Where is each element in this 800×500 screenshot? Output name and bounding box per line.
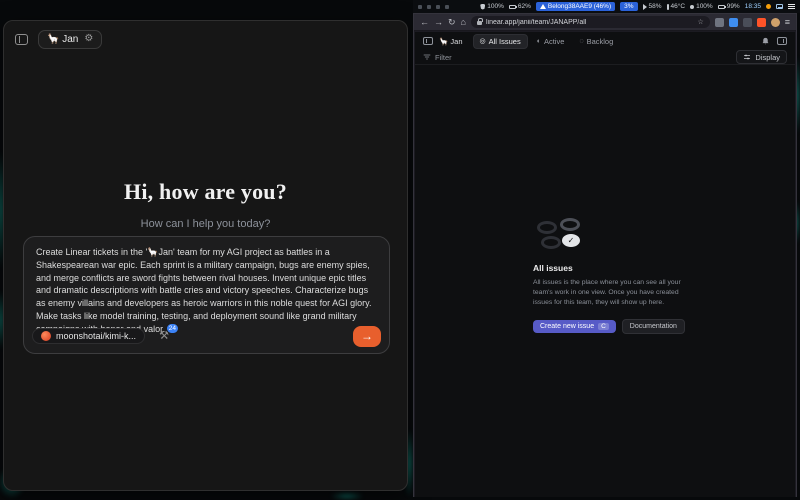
wallpaper-accent [330,492,364,500]
extension-icon[interactable] [743,18,752,27]
lock-icon [477,21,482,25]
temperature-indicator: 46°C [667,3,686,10]
empty-state-description: All issues is the place where you can se… [533,278,689,309]
model-selector[interactable]: moonshotai/kimi-k... [32,328,145,344]
sidebar-toggle-icon[interactable] [15,34,28,45]
shield-icon [480,4,485,10]
jan-app-window: 🦙 Jan ⚙ Hi, how are you? How can I help … [3,20,408,491]
thermometer-icon [667,4,669,10]
all-issues-icon: ◎ [480,38,486,45]
browser-toolbar: ← → ↻ ⌂ linear.app/janii/team/JANAPP/all… [414,14,796,31]
send-arrow-icon: → [361,329,373,343]
team-selector-chip[interactable]: 🦙 Jan ⚙ [38,30,102,49]
notification-icon[interactable] [766,4,771,9]
documentation-button[interactable]: Documentation [622,319,685,334]
issue-ring-icon [541,236,561,249]
prompt-input[interactable]: Create Linear tickets in the '🦙Jan' team… [23,236,390,354]
tray-menu-icon[interactable] [788,4,795,9]
shield-extension-icon[interactable] [715,18,724,27]
jan-titlebar: 🦙 Jan ⚙ [4,21,407,57]
issue-ring-icon [537,221,557,234]
linear-app: 🦙 Jan ◎ All Issues ◐ Active ◌ Backlog [415,32,795,497]
linear-header: 🦙 Jan ◎ All Issues ◐ Active ◌ Backlog [415,32,795,50]
greeting-heading: Hi, how are you? [4,179,407,205]
browser-menu-icon[interactable]: ≡ [785,18,790,27]
system-status-bar: 100% 62% Belong38AAE9 (46%) 3% 58% 46°C … [413,0,800,13]
refresh-icon[interactable]: ↻ [448,18,456,27]
linear-view-tabs: ◎ All Issues ◐ Active ◌ Backlog [473,34,620,49]
issues-illustration: ✓ [533,218,689,254]
send-button[interactable]: → [353,326,381,347]
mail-icon[interactable] [776,4,783,9]
issue-ring-icon [560,218,580,231]
model-logo-icon [41,331,51,341]
profile-avatar[interactable] [771,18,780,27]
battery2-indicator: 99% [718,3,740,10]
empty-state-title: All issues [533,263,689,273]
volume-icon [643,4,647,10]
tray-icon[interactable] [445,5,449,9]
display-options-icon [743,53,751,61]
filter-icon [423,53,431,61]
network-usage-indicator[interactable]: 3% [620,2,637,11]
tab-active[interactable]: ◐ Active [531,34,571,49]
model-selector-label: moonshotai/kimi-k... [56,331,136,341]
clock: 18:35 [745,3,761,10]
address-bar[interactable]: linear.app/janii/team/JANAPP/all ☆ [471,16,710,28]
url-text[interactable]: linear.app/janii/team/JANAPP/all [486,19,693,26]
linear-filter-bar: Filter Display [415,50,795,65]
active-icon: ◐ [537,38,541,45]
tray-icon[interactable] [436,5,440,9]
back-icon[interactable]: ← [420,18,429,27]
battery-indicator: 62% [509,3,531,10]
gear-icon[interactable]: ⚙ [84,34,93,44]
all-issues-empty-state: ✓ All issues All issues is the place whe… [533,218,689,334]
bookmark-star-icon[interactable]: ☆ [697,18,703,26]
display-button[interactable]: Display [736,50,787,64]
create-new-issue-button[interactable]: Create new issue C [533,320,616,333]
brightness-icon [690,5,694,9]
tab-all-issues[interactable]: ◎ All Issues [473,34,528,49]
right-panel-toggle-icon[interactable] [777,37,787,45]
filter-button[interactable]: Filter [423,53,452,62]
chat-empty-state: Hi, how are you? How can I help you toda… [4,179,407,230]
issue-done-icon: ✓ [562,234,580,247]
extension-icon[interactable] [757,18,766,27]
home-icon[interactable]: ⌂ [461,18,466,27]
greeting-subtitle: How can I help you today? [4,218,407,230]
linear-team-label[interactable]: 🦙 Jan [439,37,463,46]
forward-icon[interactable]: → [434,18,443,27]
battery-icon [718,5,725,9]
browser-window: ← → ↻ ⌂ linear.app/janii/team/JANAPP/all… [413,13,797,497]
prompt-text[interactable]: Create Linear tickets in the '🦙Jan' team… [36,246,377,335]
extension-icon[interactable] [729,18,738,27]
tray-icon[interactable] [427,5,431,9]
linear-content: ✓ All issues All issues is the place whe… [415,66,795,497]
shortcut-key-badge: C [598,323,609,330]
tools-button[interactable]: ⚒ 24 [157,329,171,343]
prompt-controls: moonshotai/kimi-k... ⚒ 24 → [32,325,381,347]
wifi-icon [540,4,546,9]
tab-backlog[interactable]: ◌ Backlog [573,34,619,49]
wifi-indicator[interactable]: Belong38AAE9 (46%) [536,2,615,11]
team-chip-label: 🦙 Jan [47,34,78,45]
backlog-icon: ◌ [579,38,583,45]
tools-count-badge: 24 [166,323,179,334]
linear-sidebar-toggle-icon[interactable] [423,37,433,45]
empty-state-actions: Create new issue C Documentation [533,319,689,334]
volume-indicator: 58% [643,3,662,10]
battery-icon [509,5,516,9]
linear-header-actions [761,37,787,46]
brightness-indicator: 100% [690,3,713,10]
shield-indicator: 100% [480,3,504,10]
bell-icon[interactable] [761,37,770,46]
tray-icon[interactable] [418,5,422,9]
